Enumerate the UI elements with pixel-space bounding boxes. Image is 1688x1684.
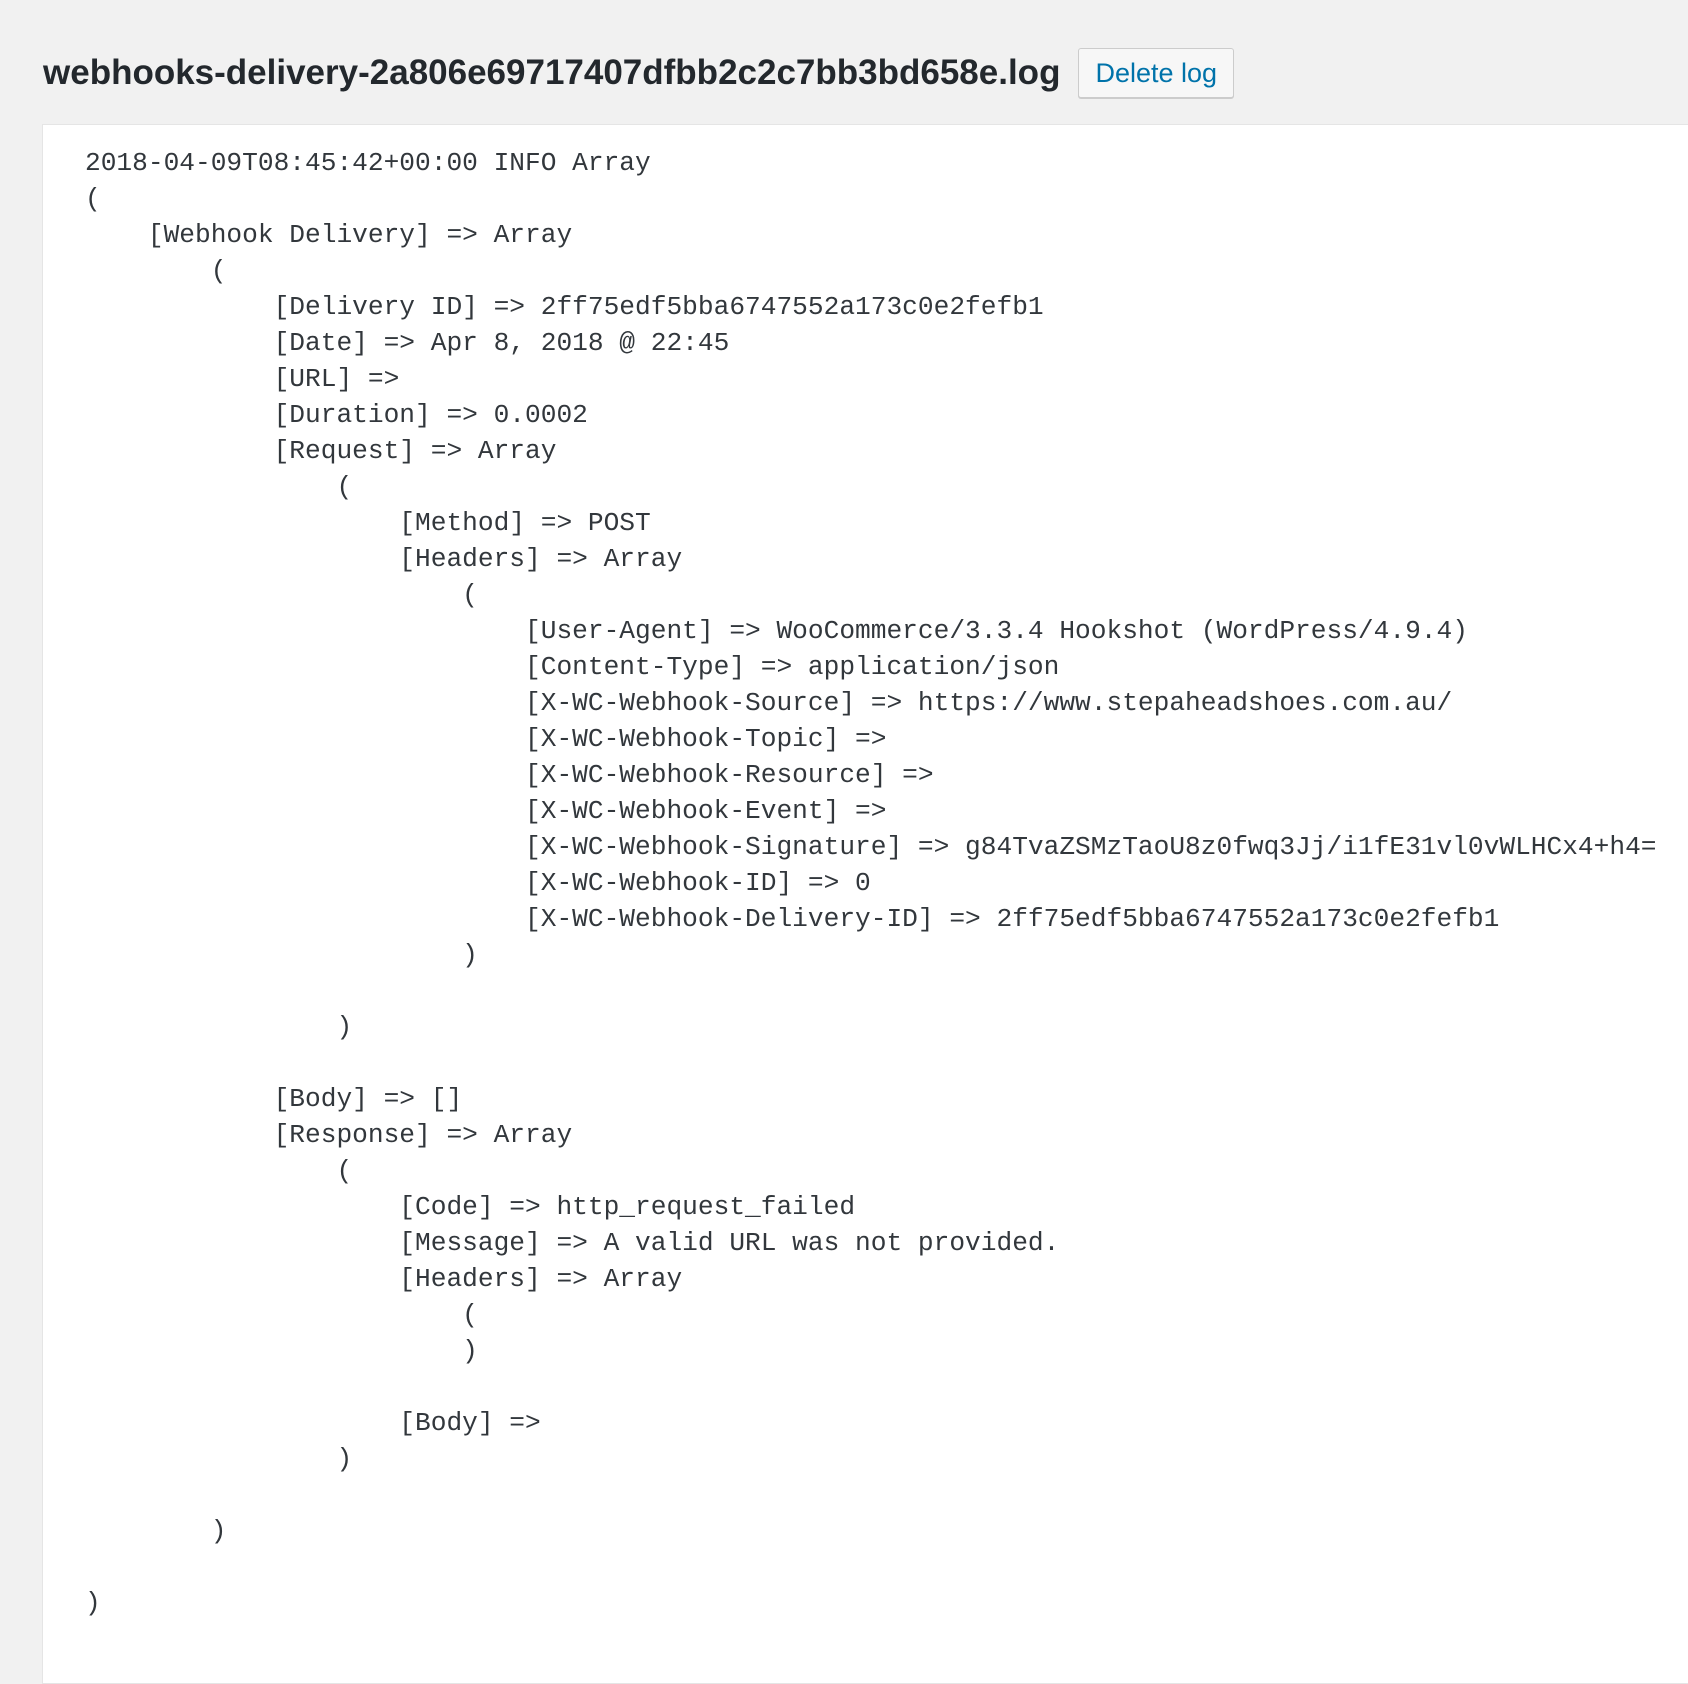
- log-line: [Message] => A valid URL was not provide…: [85, 1228, 1060, 1258]
- log-file-title: webhooks-delivery-2a806e69717407dfbb2c2c…: [43, 53, 1061, 92]
- log-line: [X-WC-Webhook-Source] => https://www.ste…: [85, 688, 1453, 718]
- log-line: [Body] => []: [85, 1084, 463, 1114]
- log-line: [X-WC-Webhook-Delivery-ID] => 2ff75edf5b…: [85, 904, 1500, 934]
- log-line: [X-WC-Webhook-Topic] =>: [85, 724, 903, 754]
- log-line: (: [85, 256, 227, 286]
- log-header: webhooks-delivery-2a806e69717407dfbb2c2c…: [43, 46, 1235, 100]
- log-line: [Date] => Apr 8, 2018 @ 22:45: [85, 328, 730, 358]
- log-line: ): [85, 1012, 353, 1042]
- log-line: [X-WC-Webhook-Resource] =>: [85, 760, 950, 790]
- delete-log-button[interactable]: Delete log: [1078, 48, 1235, 98]
- log-line: [Code] => http_request_failed: [85, 1192, 856, 1222]
- log-line: ): [85, 1516, 227, 1546]
- log-line: ): [85, 1444, 353, 1474]
- log-content: 2018-04-09T08:45:42+00:00 INFO Array ( […: [85, 145, 1657, 1621]
- log-line: [Duration] => 0.0002: [85, 400, 588, 430]
- log-line: [User-Agent] => WooCommerce/3.3.4 Hooksh…: [85, 616, 1468, 646]
- log-line: ): [85, 1588, 101, 1618]
- log-line: (: [85, 472, 353, 502]
- log-viewer-panel[interactable]: 2018-04-09T08:45:42+00:00 INFO Array ( […: [42, 124, 1688, 1684]
- log-line: [Delivery ID] => 2ff75edf5bba6747552a173…: [85, 292, 1044, 322]
- log-line: [Webhook Delivery] => Array: [85, 220, 573, 250]
- log-line: [Headers] => Array: [85, 1264, 683, 1294]
- log-line: [Body] =>: [85, 1408, 557, 1438]
- log-line: [X-WC-Webhook-Event] =>: [85, 796, 903, 826]
- log-line: 2018-04-09T08:45:42+00:00 INFO Array: [85, 148, 651, 178]
- log-line: (: [85, 184, 101, 214]
- log-line: [Response] => Array: [85, 1120, 573, 1150]
- log-line: ): [85, 1336, 478, 1366]
- log-line: ): [85, 940, 478, 970]
- log-line: [Request] => Array: [85, 436, 557, 466]
- log-line: [URL] =>: [85, 364, 416, 394]
- log-line: [X-WC-Webhook-ID] => 0: [85, 868, 871, 898]
- log-line: (: [85, 1156, 353, 1186]
- log-line: [Method] => POST: [85, 508, 651, 538]
- log-line: [Content-Type] => application/json: [85, 652, 1060, 682]
- log-line: [X-WC-Webhook-Signature] => g84TvaZSMzTa…: [85, 832, 1657, 862]
- log-line: (: [85, 1300, 478, 1330]
- log-line: [Headers] => Array: [85, 544, 683, 574]
- log-line: (: [85, 580, 478, 610]
